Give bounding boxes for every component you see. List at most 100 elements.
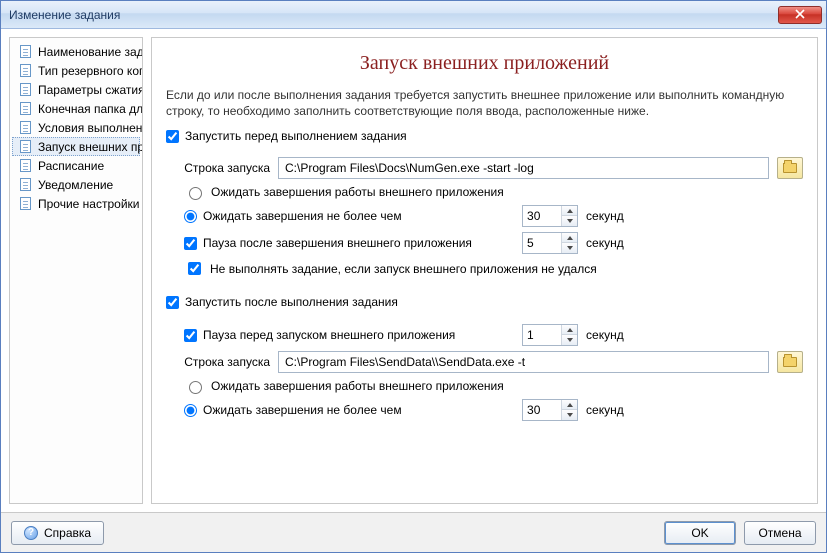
before-pause-up[interactable] <box>562 233 577 243</box>
after-cmd-row: Строка запуска <box>184 351 803 373</box>
sidebar-item-other[interactable]: Прочие настройки <box>12 194 140 213</box>
before-wait-timeout-row: Ожидать завершения не более чем секунд <box>184 205 803 227</box>
close-icon <box>795 8 805 22</box>
after-cmd-input[interactable] <box>278 351 769 373</box>
after-wait-finish-label: Ожидать завершения работы внешнего прило… <box>211 379 504 393</box>
document-icon <box>18 178 32 192</box>
ok-label: OK <box>691 526 708 540</box>
content-pane: Запуск внешних приложений Если до или по… <box>151 37 818 504</box>
after-timeout-down[interactable] <box>562 410 577 420</box>
after-wait-timeout-row: Ожидать завершения не более чем секунд <box>184 399 803 421</box>
after-wait-finish-row: Ожидать завершения работы внешнего прило… <box>184 378 803 394</box>
before-cmd-row: Строка запуска <box>184 157 803 179</box>
window-title: Изменение задания <box>9 8 120 22</box>
sidebar-item-label: Запуск внешних приложений <box>38 140 143 154</box>
help-icon: ? <box>24 526 38 540</box>
before-enable-row: Запустить перед выполнением задания <box>166 129 803 143</box>
before-abort-row: Не выполнять задание, если запуск внешне… <box>184 259 803 278</box>
before-timeout-up[interactable] <box>562 206 577 216</box>
document-icon <box>18 121 32 135</box>
titlebar: Изменение задания <box>1 1 826 29</box>
after-wait-finish-radio[interactable] <box>189 381 202 394</box>
sidebar-item-sync-folder[interactable]: Конечная папка для синхронизации <box>12 99 140 118</box>
sidebar-item-label: Параметры сжатия ZIP <box>38 83 143 97</box>
before-wait-finish-label: Ожидать завершения работы внешнего прило… <box>211 185 504 199</box>
sidebar-item-label: Уведомление <box>38 178 113 192</box>
sidebar-item-label: Расписание <box>38 159 104 173</box>
before-browse-button[interactable] <box>777 157 803 179</box>
document-icon <box>18 140 32 154</box>
page-title: Запуск внешних приложений <box>166 52 803 75</box>
after-wait-timeout-radio[interactable] <box>184 404 197 417</box>
after-enable-checkbox[interactable] <box>166 296 179 309</box>
document-icon <box>18 197 32 211</box>
after-enable-row: Запустить после выполнения задания <box>166 295 803 309</box>
after-timeout-up[interactable] <box>562 400 577 410</box>
dialog-body: Наименование задания Тип резервного копи… <box>1 29 826 552</box>
before-enable-label: Запустить перед выполнением задания <box>185 129 407 143</box>
before-abort-label: Не выполнять задание, если запуск внешне… <box>210 262 597 276</box>
document-icon <box>18 159 32 173</box>
after-browse-button[interactable] <box>777 351 803 373</box>
before-pause-after-row: Пауза после завершения внешнего приложен… <box>184 232 803 254</box>
before-pause-after-spinner[interactable] <box>522 232 578 254</box>
folder-icon <box>783 163 797 173</box>
dialog-window: Изменение задания Наименование задания Т… <box>0 0 827 553</box>
sidebar-item-label: Конечная папка для синхронизации <box>38 102 143 116</box>
cancel-label: Отмена <box>758 526 801 540</box>
after-pause-before-spinner[interactable] <box>522 324 578 346</box>
sidebar-item-name[interactable]: Наименование задания <box>12 42 140 61</box>
before-wait-finish-row: Ожидать завершения работы внешнего прило… <box>184 184 803 200</box>
sidebar-item-zip[interactable]: Параметры сжатия ZIP <box>12 80 140 99</box>
before-timeout-spinner[interactable] <box>522 205 578 227</box>
sidebar-item-external-apps[interactable]: Запуск внешних приложений <box>12 137 140 156</box>
sidebar-item-schedule[interactable]: Расписание <box>12 156 140 175</box>
after-timeout-input[interactable] <box>523 400 561 420</box>
sidebar-item-notification[interactable]: Уведомление <box>12 175 140 194</box>
before-wait-timeout-label: Ожидать завершения не более чем <box>203 209 402 223</box>
before-timeout-down[interactable] <box>562 216 577 226</box>
sidebar-item-backup-type[interactable]: Тип резервного копирования <box>12 61 140 80</box>
cancel-button[interactable]: Отмена <box>744 521 816 545</box>
folder-icon <box>783 357 797 367</box>
before-section: Строка запуска Ожидать завершения работы… <box>166 147 803 285</box>
after-pause-before-input[interactable] <box>523 325 561 345</box>
before-pause-after-input[interactable] <box>523 233 561 253</box>
sidebar-item-conditions[interactable]: Условия выполнения <box>12 118 140 137</box>
sidebar-item-label: Тип резервного копирования <box>38 64 143 78</box>
intro-text: Если до или после выполнения задания тре… <box>166 87 803 119</box>
before-cmd-input[interactable] <box>278 157 769 179</box>
after-cmd-label: Строка запуска <box>184 355 270 369</box>
after-pause-up[interactable] <box>562 325 577 335</box>
sidebar: Наименование задания Тип резервного копи… <box>9 37 143 504</box>
after-section: Пауза перед запуском внешнего приложения… <box>166 313 803 428</box>
sidebar-item-label: Условия выполнения <box>38 121 143 135</box>
before-wait-finish-radio[interactable] <box>189 187 202 200</box>
after-timeout-spinner[interactable] <box>522 399 578 421</box>
document-icon <box>18 102 32 116</box>
before-timeout-input[interactable] <box>523 206 561 226</box>
help-button[interactable]: ? Справка <box>11 521 104 545</box>
sidebar-item-label: Наименование задания <box>38 45 143 59</box>
main-area: Наименование задания Тип резервного копи… <box>1 29 826 512</box>
before-pause-after-checkbox[interactable] <box>184 237 197 250</box>
before-enable-checkbox[interactable] <box>166 130 179 143</box>
ok-button[interactable]: OK <box>664 521 736 545</box>
after-pause-before-label: Пауза перед запуском внешнего приложения <box>203 328 455 342</box>
sidebar-item-label: Прочие настройки <box>38 197 139 211</box>
seconds-label: секунд <box>586 403 624 417</box>
footer: ? Справка OK Отмена <box>1 512 826 552</box>
after-pause-before-checkbox[interactable] <box>184 329 197 342</box>
before-pause-down[interactable] <box>562 243 577 253</box>
seconds-label: секунд <box>586 209 624 223</box>
document-icon <box>18 83 32 97</box>
after-wait-timeout-label: Ожидать завершения не более чем <box>203 403 402 417</box>
help-label: Справка <box>44 526 91 540</box>
after-pause-before-row: Пауза перед запуском внешнего приложения… <box>184 324 803 346</box>
close-button[interactable] <box>778 6 822 24</box>
after-enable-label: Запустить после выполнения задания <box>185 295 398 309</box>
before-wait-timeout-radio[interactable] <box>184 210 197 223</box>
after-pause-down[interactable] <box>562 335 577 345</box>
before-abort-checkbox[interactable] <box>188 262 201 275</box>
before-cmd-label: Строка запуска <box>184 161 270 175</box>
